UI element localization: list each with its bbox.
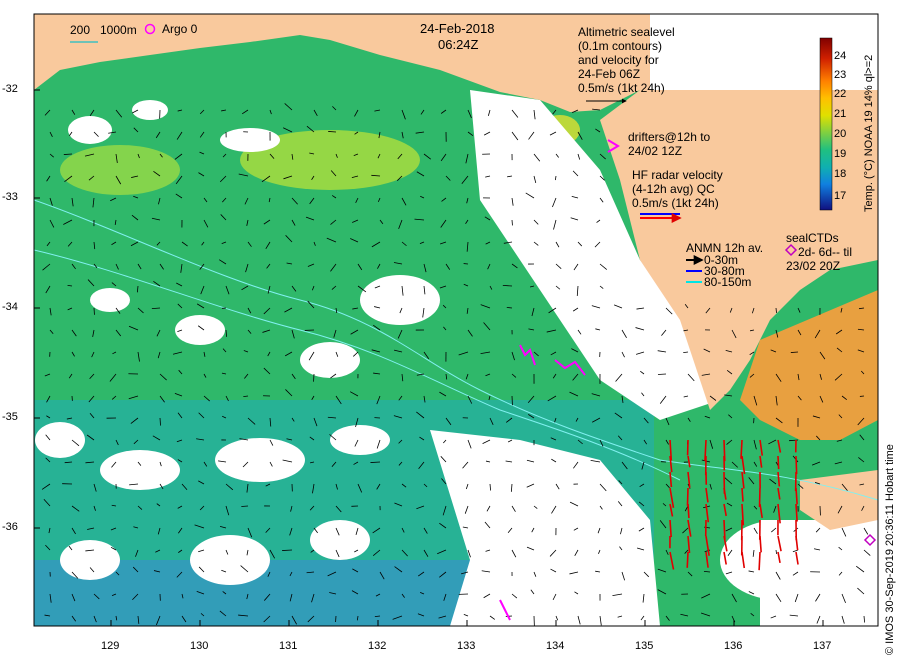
y-tick-label: -32 [2, 83, 18, 95]
x-tick-label: 130 [190, 640, 209, 652]
velocity-arrow [282, 549, 293, 551]
velocity-arrow [775, 307, 777, 314]
hf-line-2: 0.5m/s (1kt 24h) [632, 196, 719, 210]
map-date: 24-Feb-2018 [420, 21, 495, 36]
x-tick-label: 133 [457, 640, 476, 652]
y-tick-label: -35 [2, 411, 18, 423]
cb-tick: 22 [834, 88, 847, 100]
velocity-arrow [159, 417, 161, 426]
velocity-arrow [790, 351, 799, 353]
hf-radar-arrow [740, 439, 743, 459]
warm-patch [60, 145, 180, 195]
hf-radar-arrow [795, 503, 798, 522]
x-tick-label: 131 [279, 640, 298, 652]
hf-radar-arrow [795, 487, 798, 505]
credit-text: © IMOS 30-Sep-2019 20:36:11 Hobart time [884, 444, 896, 655]
x-tick-label: 129 [101, 640, 120, 652]
sst-map [33, 13, 879, 627]
velocity-arrow [370, 461, 381, 463]
argo-label: Argo 0 [162, 22, 198, 36]
cb-tick: 17 [834, 190, 847, 202]
cb-tick: 18 [834, 168, 847, 180]
colorbar-ramp [819, 37, 833, 211]
drifters-line-0: drifters@12h to [628, 130, 711, 144]
hf-radar-arrow [687, 503, 690, 519]
hf-radar-arrow [758, 551, 761, 571]
x-tick-label: 135 [635, 640, 654, 652]
x-tick-label: 136 [724, 640, 743, 652]
cb-tick: 21 [834, 108, 847, 120]
hf-line-1: (4-12h avg) QC [632, 182, 715, 196]
y-tick-label: -33 [2, 191, 18, 203]
cb-tick: 23 [834, 69, 847, 81]
cb-tick: 24 [834, 50, 847, 62]
sealctd-line-2: 23/02 20Z [786, 259, 841, 273]
y-tick-label: -34 [2, 301, 18, 313]
hf-radar-arrow [741, 487, 744, 502]
altimetry-line-4: 0.5m/s (1kt 24h) [578, 81, 665, 95]
drifters-line-1: 24/02 12Z [628, 144, 683, 158]
velocity-arrow [328, 131, 337, 133]
cb-tick: 20 [834, 128, 847, 140]
altimetry-line-3: 24-Feb 06Z [578, 67, 641, 81]
hf-radar-arrow [777, 455, 780, 470]
map-time: 06:24Z [438, 37, 479, 52]
hf-radar-arrow [795, 455, 798, 475]
y-tick-label: -36 [2, 521, 18, 533]
hf-radar-arrow [686, 487, 689, 506]
colorbar-title: Temp. (°C) NOAA 19 14% ql>=2 [863, 54, 875, 212]
altimetry-line-2: and velocity for [578, 53, 659, 67]
sealctd-line-0: sealCTDs [786, 231, 839, 245]
x-tick-label: 132 [368, 640, 387, 652]
altimetry-line-0: Altimetric sealevel [578, 25, 675, 39]
altimetry-line-1: (0.1m contours) [578, 39, 663, 53]
colorbar [819, 37, 833, 211]
scale-label: 200 [70, 23, 91, 37]
cb-tick: 19 [834, 148, 847, 160]
hf-radar-arrow [686, 551, 689, 568]
depth-label: 1000m [100, 23, 137, 37]
velocity-arrow [63, 153, 73, 155]
x-tick-label: 137 [813, 640, 832, 652]
hf-line-0: HF radar velocity [632, 168, 723, 182]
sealctd-line-1: 2d- 6d-- til [798, 245, 853, 259]
x-tick-label: 134 [546, 640, 565, 652]
anmn-item-2: 80-150m [704, 275, 752, 289]
